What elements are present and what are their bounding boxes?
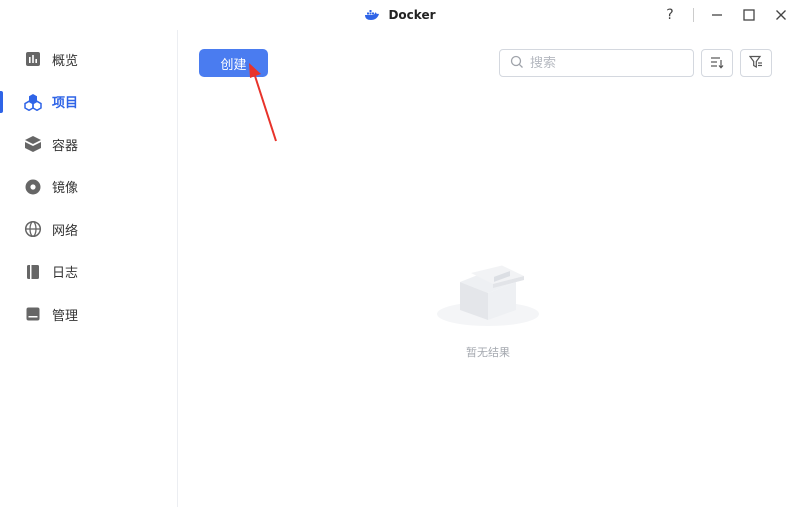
empty-state-text: 暂无结果: [466, 346, 510, 359]
sidebar-item-label: 镜像: [52, 181, 79, 197]
manage-icon: [24, 305, 42, 323]
create-button[interactable]: 创建: [199, 49, 268, 77]
sidebar-item-image[interactable]: 镜像: [0, 166, 177, 209]
minimize-icon[interactable]: [708, 6, 726, 24]
sidebar-item-label: 网络: [52, 223, 79, 239]
sidebar-item-label: 管理: [52, 308, 79, 324]
search-icon: [510, 54, 524, 73]
window-controls: ?: [661, 0, 790, 30]
sidebar-item-label: 日志: [52, 266, 79, 282]
sort-button[interactable]: [701, 49, 733, 77]
sort-icon: [710, 54, 724, 73]
sidebar-item-label: 容器: [52, 138, 79, 154]
log-icon: [24, 263, 42, 281]
window-controls-divider: [693, 8, 694, 22]
main-content: 创建 搜索 暂无结果: [178, 30, 800, 507]
sidebar-item-project[interactable]: 项目: [0, 81, 177, 124]
help-icon[interactable]: ?: [661, 6, 679, 24]
sidebar-item-container[interactable]: 容器: [0, 123, 177, 166]
window-title: Docker: [388, 8, 436, 22]
image-icon: [24, 178, 42, 196]
sidebar-item-network[interactable]: 网络: [0, 208, 177, 251]
sidebar: 概览 项目 容器 镜像 网络 日志 管理: [0, 30, 178, 507]
docker-logo-icon: [364, 7, 380, 23]
project-icon: [24, 93, 42, 111]
sidebar-item-overview[interactable]: 概览: [0, 38, 177, 81]
overview-icon: [24, 50, 42, 68]
maximize-icon[interactable]: [740, 6, 758, 24]
empty-box-icon: [436, 262, 540, 332]
filter-icon: [748, 54, 763, 73]
empty-state: 暂无结果: [428, 262, 548, 360]
sidebar-item-log[interactable]: 日志: [0, 251, 177, 294]
close-icon[interactable]: [772, 6, 790, 24]
search-box[interactable]: [499, 49, 694, 77]
search-input[interactable]: [530, 55, 680, 71]
sidebar-item-label: 概览: [52, 53, 79, 69]
sidebar-item-label: 项目: [52, 96, 79, 112]
container-icon: [24, 135, 42, 153]
network-icon: [24, 220, 42, 238]
sidebar-item-manage[interactable]: 管理: [0, 293, 177, 336]
filter-button[interactable]: [740, 49, 772, 77]
title-bar: Docker ?: [0, 0, 800, 30]
